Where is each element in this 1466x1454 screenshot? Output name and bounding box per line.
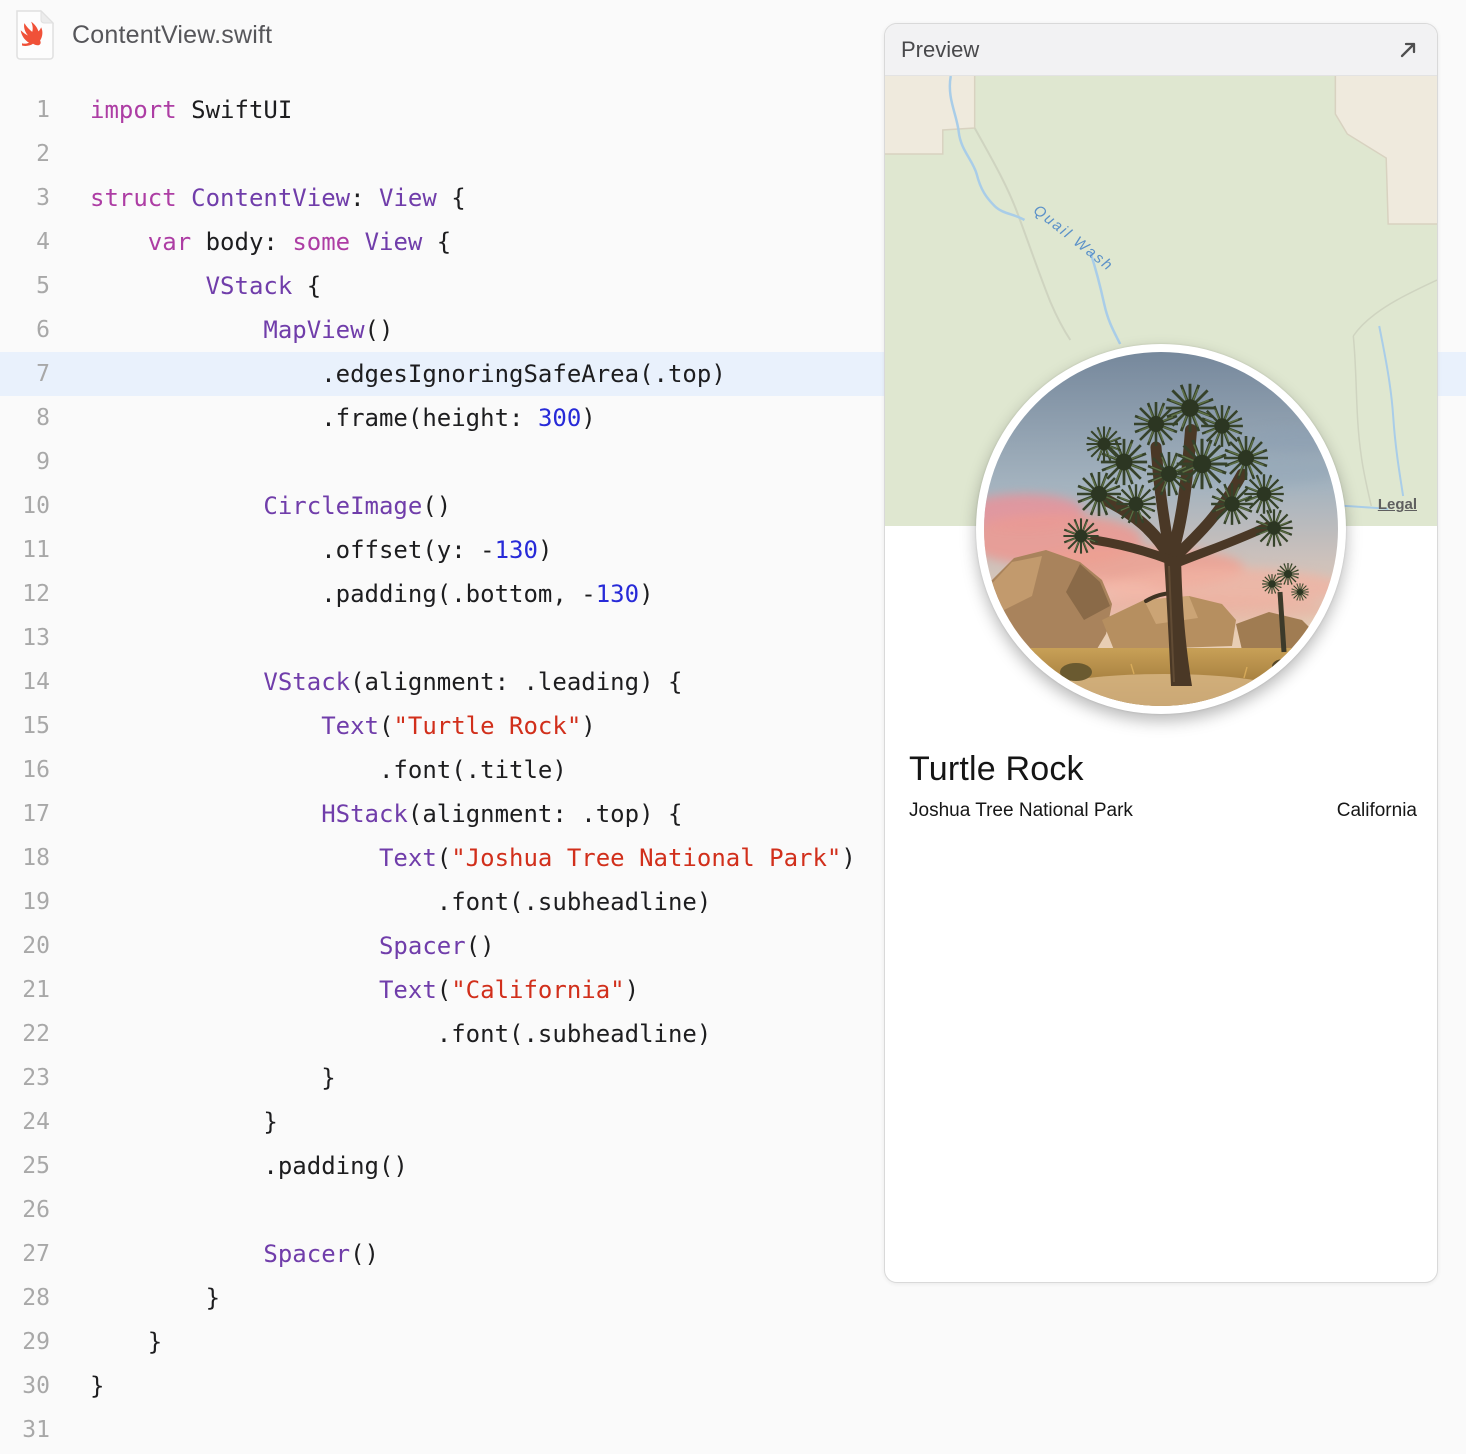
code-text: var body: some View {	[147, 228, 452, 256]
line-number: 9	[36, 449, 50, 475]
code-text: .font(.title)	[90, 756, 567, 784]
swift-file-icon	[14, 9, 56, 61]
joshua-tree-photo	[984, 352, 1338, 706]
code-text: }	[90, 1328, 163, 1356]
code-text: .font(.subheadline)	[90, 1020, 712, 1048]
line-number: 19	[22, 889, 50, 915]
code-text: Text("Turtle Rock")	[321, 712, 596, 740]
line-number: 31	[22, 1417, 50, 1443]
landmark-state: California	[1336, 800, 1417, 821]
line-number: 20	[22, 933, 50, 959]
code-text: }	[90, 1064, 336, 1092]
code-text: import SwiftUI	[90, 96, 293, 124]
line-number: 22	[22, 1021, 50, 1047]
line-number: 6	[36, 317, 50, 343]
code-text: .frame(height: 300)	[90, 404, 596, 432]
line-number: 7	[36, 361, 50, 387]
landmark-park: Joshua Tree National Park	[909, 800, 1133, 821]
code-text: .offset(y: -130)	[90, 536, 553, 564]
line-number: 10	[22, 493, 50, 519]
code-text: .edgesIgnoringSafeArea(.top)	[90, 360, 726, 388]
code-text: CircleImage()	[263, 492, 452, 520]
preview-title: Preview	[901, 36, 980, 62]
line-number: 5	[36, 273, 50, 299]
line-number: 16	[22, 757, 50, 783]
file-title: ContentView.swift	[72, 20, 273, 49]
line-number: 18	[22, 845, 50, 871]
code-text: VStack(alignment: .leading) {	[263, 668, 683, 696]
line-number: 30	[22, 1373, 50, 1399]
line-number: 25	[22, 1153, 50, 1179]
code-text: }	[90, 1284, 221, 1312]
line-number: 15	[22, 713, 50, 739]
code-text: }	[90, 1108, 278, 1136]
code-text: Text("California")	[378, 976, 640, 1004]
code-line[interactable]: 31	[0, 1408, 1466, 1452]
line-number: 23	[22, 1065, 50, 1091]
code-text: .font(.subheadline)	[90, 888, 712, 916]
line-number: 4	[36, 229, 50, 255]
code-text: .padding(.bottom, -130)	[90, 580, 654, 608]
line-number: 28	[22, 1285, 50, 1311]
line-number: 1	[36, 97, 50, 123]
code-line[interactable]: 29 }	[0, 1320, 1466, 1364]
line-number: 13	[22, 625, 50, 651]
code-text: .padding()	[90, 1152, 408, 1180]
code-text: Spacer()	[263, 1240, 379, 1268]
line-number: 21	[22, 977, 50, 1003]
line-number: 8	[36, 405, 50, 431]
code-line[interactable]: 30}	[0, 1364, 1466, 1408]
code-text: VStack {	[205, 272, 322, 300]
legal-link[interactable]: Legal	[1378, 496, 1417, 513]
landmark-title: Turtle Rock	[909, 750, 1084, 788]
landmark-card: Turtle Rock Joshua Tree National Park Ca…	[909, 750, 1417, 822]
line-number: 29	[22, 1329, 50, 1355]
line-number: 2	[36, 141, 50, 167]
preview-header: Preview	[885, 24, 1437, 76]
expand-arrow-icon[interactable]	[1395, 37, 1421, 63]
code-text: MapView()	[263, 316, 394, 344]
line-number: 14	[22, 669, 50, 695]
code-text: }	[90, 1372, 105, 1400]
code-text: Text("Joshua Tree National Park")	[378, 844, 856, 872]
code-text: struct ContentView: View {	[90, 184, 466, 212]
line-number: 27	[22, 1241, 50, 1267]
line-number: 11	[22, 537, 50, 563]
line-number: 26	[22, 1197, 50, 1223]
preview-panel: Preview Quail Wash Legal Turtle Rock Jos…	[884, 23, 1438, 1283]
line-number: 12	[22, 581, 50, 607]
line-number: 24	[22, 1109, 50, 1135]
line-number: 3	[36, 185, 50, 211]
page: ContentView.swift 1 import SwiftUI 2 3 struc…	[0, 0, 1466, 1454]
line-number: 17	[22, 801, 50, 827]
code-text: HStack(alignment: .top) {	[321, 800, 683, 828]
circle-image	[976, 344, 1346, 714]
code-text: Spacer()	[378, 932, 495, 960]
